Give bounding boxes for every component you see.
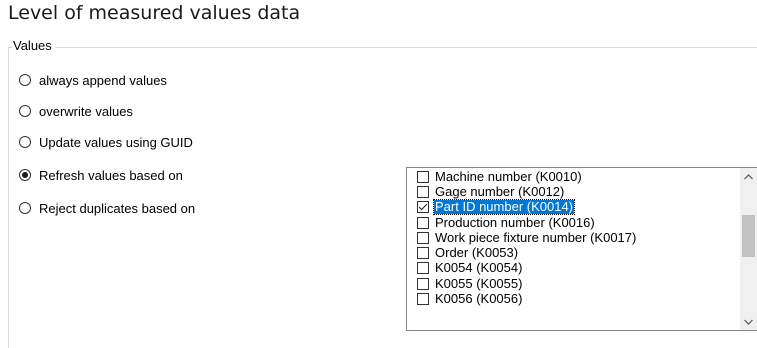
- list-item-k0054[interactable]: K0054 (K0054): [407, 261, 740, 276]
- checkbox-icon[interactable]: [417, 231, 429, 244]
- radio-label: always append values: [39, 72, 167, 88]
- list-item-k0056[interactable]: K0056 (K0056): [407, 291, 740, 306]
- radio-button-icon[interactable]: [19, 136, 31, 148]
- listbox-items: Machine number (K0010) Gage number (K001…: [407, 169, 740, 307]
- checkbox-icon[interactable]: [417, 247, 429, 260]
- list-item-label: Machine number (K0010): [435, 168, 582, 184]
- list-item-k0017[interactable]: Work piece fixture number (K0017): [407, 230, 740, 245]
- radio-label: overwrite values: [39, 103, 133, 119]
- checkbox-icon[interactable]: [417, 170, 429, 183]
- checkbox-icon[interactable]: [417, 185, 429, 198]
- list-item-label: Production number (K0016): [435, 214, 595, 230]
- radio-update-guid[interactable]: Update values using GUID: [19, 132, 193, 152]
- radio-button-icon[interactable]: [19, 74, 31, 86]
- checkbox-icon[interactable]: [417, 277, 429, 290]
- checkbox-icon[interactable]: [417, 262, 429, 275]
- list-item-k0012[interactable]: Gage number (K0012): [407, 184, 740, 199]
- list-item-label: Gage number (K0012): [435, 183, 565, 199]
- list-item-k0055[interactable]: K0055 (K0055): [407, 276, 740, 291]
- list-item-label: Work piece fixture number (K0017): [435, 229, 637, 245]
- list-item-k0014[interactable]: Part ID number (K0014): [407, 199, 740, 216]
- checkbox-checked-icon[interactable]: [417, 201, 429, 214]
- scrollbar-thumb[interactable]: [742, 215, 755, 257]
- values-group-label: Values: [12, 38, 55, 54]
- chevron-down-icon[interactable]: [740, 313, 757, 330]
- radio-always-append[interactable]: always append values: [19, 70, 167, 90]
- list-item-label: Part ID number (K0014): [432, 199, 576, 216]
- radio-label: Refresh values based on: [39, 167, 183, 183]
- radio-overwrite[interactable]: overwrite values: [19, 101, 133, 121]
- page-title: Level of measured values data: [8, 2, 301, 24]
- list-item-label: Order (K0053): [435, 245, 519, 261]
- radio-button-checked-icon[interactable]: [19, 169, 31, 181]
- list-item-k0010[interactable]: Machine number (K0010): [407, 169, 740, 184]
- radio-label: Update values using GUID: [39, 134, 193, 150]
- list-item-label: K0056 (K0056): [435, 291, 523, 307]
- list-item-k0053[interactable]: Order (K0053): [407, 245, 740, 260]
- checkbox-icon[interactable]: [417, 216, 429, 229]
- listbox-scrollbar[interactable]: [740, 168, 757, 330]
- key-checked-listbox[interactable]: Machine number (K0010) Gage number (K001…: [406, 167, 757, 331]
- radio-button-icon[interactable]: [19, 202, 31, 214]
- radio-button-icon[interactable]: [19, 105, 31, 117]
- radio-label: Reject duplicates based on: [39, 200, 196, 216]
- radio-refresh-based-on[interactable]: Refresh values based on: [19, 165, 183, 185]
- radio-reject-duplicates[interactable]: Reject duplicates based on: [19, 198, 195, 218]
- list-item-label: K0055 (K0055): [435, 275, 523, 291]
- checkbox-icon[interactable]: [417, 293, 429, 306]
- list-item-k0016[interactable]: Production number (K0016): [407, 215, 740, 230]
- chevron-up-icon[interactable]: [740, 168, 757, 185]
- list-item-label: K0054 (K0054): [435, 260, 523, 276]
